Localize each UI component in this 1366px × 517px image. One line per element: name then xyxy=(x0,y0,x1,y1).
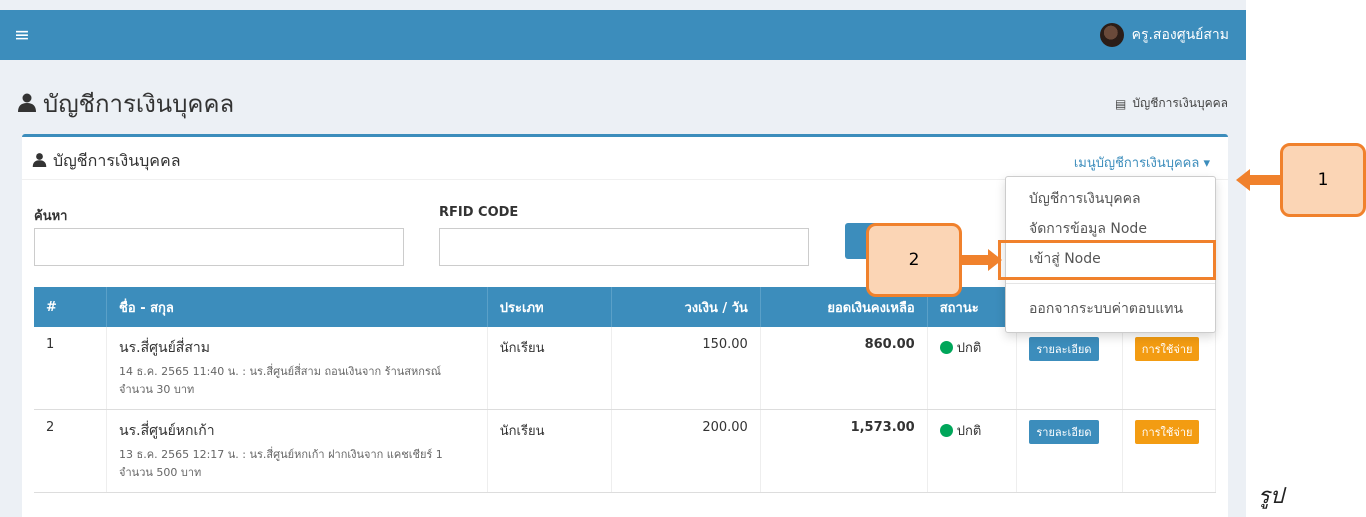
list-icon: ▤ xyxy=(1115,96,1127,111)
row-type: นักเรียน xyxy=(487,409,612,493)
user-icon xyxy=(17,90,37,118)
transaction-amount: จำนวน 30 บาท xyxy=(119,383,195,396)
spending-button[interactable]: การใช้จ่าย xyxy=(1134,337,1200,361)
status-dot-icon xyxy=(939,424,953,437)
menu-item-manage-node[interactable]: จัดการข้อมูล Node xyxy=(1029,218,1147,240)
status-label: ปกติ xyxy=(956,341,982,356)
transaction-amount: จำนวน 500 บาท xyxy=(119,466,202,479)
breadcrumb-label: บัญชีการเงินบุคคล xyxy=(1132,96,1228,110)
box-title-text: บัญชีการเงินบุคคล xyxy=(53,151,181,170)
status-label: ปกติ xyxy=(956,424,982,439)
row-type: นักเรียน xyxy=(487,327,612,410)
spending-button[interactable]: การใช้จ่าย xyxy=(1134,420,1200,444)
avatar xyxy=(1099,23,1124,47)
row-detail-cell: รายละเอียด xyxy=(1016,327,1123,410)
menu-divider xyxy=(1006,283,1215,284)
row-balance: 1,573.00 xyxy=(760,409,928,493)
rfid-input[interactable] xyxy=(439,228,809,266)
transaction-detail: 14 ธ.ค. 2565 11:40 น. : นร.สี่ศูนย์สี่สา… xyxy=(119,365,442,378)
row-name-cell: นร.สี่ศูนย์สี่สาม 14 ธ.ค. 2565 11:40 น. … xyxy=(106,327,488,410)
column-header-type: ประเภท xyxy=(487,287,612,327)
search-label: ค้นหา xyxy=(34,209,68,224)
breadcrumb[interactable]: ▤ บัญชีการเงินบุคคล xyxy=(1115,94,1228,113)
arrow-left-icon xyxy=(1236,169,1282,191)
column-header-name: ชื่อ - สกุล xyxy=(106,287,488,327)
user-menu[interactable]: ครู.สองศูนย์สาม xyxy=(1099,23,1229,47)
hamburger-icon[interactable]: ≡ xyxy=(14,24,30,46)
menu-item-logout-compensation[interactable]: ออกจากระบบค่าตอบแทน xyxy=(1029,298,1183,320)
page-title: บัญชีการเงินบุคคล xyxy=(17,84,234,123)
row-number: 1 xyxy=(34,327,108,410)
row-number: 2 xyxy=(34,409,108,493)
menu-item-accounts[interactable]: บัญชีการเงินบุคคล xyxy=(1029,188,1141,210)
row-limit: 200.00 xyxy=(611,409,761,493)
table-row: 2 นร.สี่ศูนย์หกเก้า 13 ธ.ค. 2565 12:17 น… xyxy=(34,409,1217,493)
transaction-note: 14 ธ.ค. 2565 11:40 น. : นร.สี่ศูนย์สี่สา… xyxy=(119,363,475,399)
row-name-cell: นร.สี่ศูนย์หกเก้า 13 ธ.ค. 2565 12:17 น. … xyxy=(106,409,488,493)
page-title-text: บัญชีการเงินบุคคล xyxy=(43,90,235,118)
table-row: 1 นร.สี่ศูนย์สี่สาม 14 ธ.ค. 2565 11:40 น… xyxy=(34,327,1217,410)
row-status: ปกติ xyxy=(927,327,1018,410)
user-icon xyxy=(32,152,47,171)
user-name: ครู.สองศูนย์สาม xyxy=(1131,27,1229,43)
row-balance: 860.00 xyxy=(760,327,928,410)
column-header-limit: วงเงิน / วัน xyxy=(611,287,761,327)
search-input[interactable] xyxy=(34,228,404,266)
rfid-label: RFID CODE xyxy=(439,205,519,220)
top-navbar: ≡ ครู.สองศูนย์สาม xyxy=(0,10,1246,60)
person-name: นร.สี่ศูนย์สี่สาม xyxy=(119,340,210,356)
row-spend-cell: การใช้จ่าย xyxy=(1122,409,1217,493)
figure-caption: รูป xyxy=(1258,484,1284,509)
row-detail-cell: รายละเอียด xyxy=(1016,409,1123,493)
person-name: นร.สี่ศูนย์หกเก้า xyxy=(119,423,215,439)
box-title: บัญชีการเงินบุคคล xyxy=(32,149,181,174)
callout-2: 2 xyxy=(866,223,962,297)
row-status: ปกติ xyxy=(927,409,1018,493)
row-limit: 150.00 xyxy=(611,327,761,410)
box-header: บัญชีการเงินบุคคล เมนูบัญชีการเงินบุคคล … xyxy=(22,137,1228,180)
detail-button[interactable]: รายละเอียด xyxy=(1029,420,1099,444)
highlight-box-enter-node xyxy=(998,240,1216,280)
transaction-note: 13 ธ.ค. 2565 12:17 น. : นร.สี่ศูนย์หกเก้… xyxy=(119,446,475,482)
arrow-right-icon xyxy=(956,249,1002,271)
status-dot-icon xyxy=(939,341,953,354)
column-header-num: # xyxy=(34,287,108,327)
account-menu-toggle[interactable]: เมนูบัญชีการเงินบุคคล ▾ xyxy=(1074,152,1210,173)
row-spend-cell: การใช้จ่าย xyxy=(1122,327,1217,410)
callout-1: 1 xyxy=(1280,143,1366,217)
transaction-detail: 13 ธ.ค. 2565 12:17 น. : นร.สี่ศูนย์หกเก้… xyxy=(119,448,443,461)
detail-button[interactable]: รายละเอียด xyxy=(1029,337,1099,361)
